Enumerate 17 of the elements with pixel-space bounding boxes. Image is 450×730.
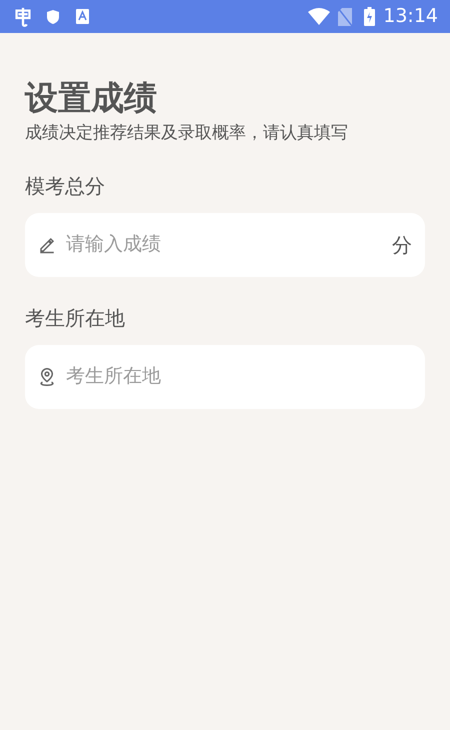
text-field[interactable]: 考生所在地 xyxy=(25,344,425,408)
page-title: 设置成绩 xyxy=(25,77,158,119)
font-app-icon xyxy=(76,9,89,24)
field-label: 考生所在地 xyxy=(25,304,126,332)
input-field[interactable]: 考生所在地 xyxy=(66,362,412,391)
shield-icon xyxy=(46,8,60,24)
unit-label: 分 xyxy=(392,232,412,258)
pencil-icon xyxy=(38,236,56,254)
status-time: 13:14 xyxy=(383,4,438,30)
input-field[interactable]: 请输入成绩 xyxy=(66,230,382,259)
battery-charging-icon xyxy=(364,7,376,26)
wifi-icon xyxy=(308,8,330,25)
location-pin-icon xyxy=(38,366,56,386)
text-field[interactable]: 请输入成绩 分 xyxy=(25,212,425,276)
no-sim-icon xyxy=(338,8,352,26)
field-label: 模考总分 xyxy=(25,172,106,200)
page-subtitle: 成绩决定推荐结果及录取概率，请认真填写 xyxy=(25,122,349,145)
